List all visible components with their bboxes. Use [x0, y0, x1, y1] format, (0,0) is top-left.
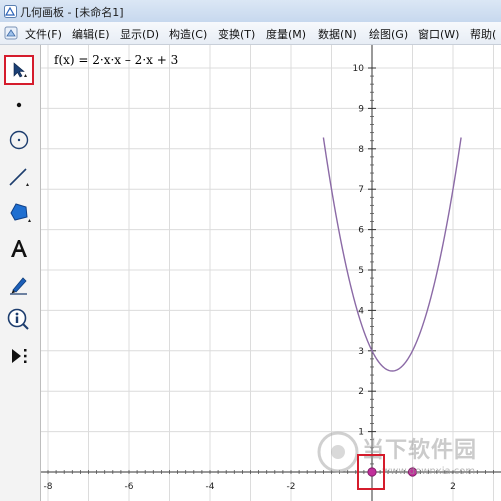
text-a-icon [11, 240, 27, 257]
info-icon [7, 308, 29, 330]
function-label[interactable]: f(x) = 2·x·x – 2·x + 3 [54, 53, 178, 67]
play-menu-icon [12, 349, 27, 363]
point-icon [16, 102, 22, 108]
toolbox [0, 45, 41, 501]
line-segment-icon [9, 168, 29, 186]
menu-window[interactable]: 窗口(W) [418, 26, 459, 42]
menu-edit[interactable]: 编辑(E) [72, 26, 110, 42]
menu-graph[interactable]: 绘图(G) [369, 26, 408, 42]
title-bar: 几何画板 - [未命名1] [0, 0, 501, 22]
menu-measure[interactable]: 度量(M) [266, 26, 306, 42]
pen-icon [10, 277, 27, 295]
menu-transform[interactable]: 变换(T) [218, 26, 255, 42]
arrow-select-tool[interactable] [4, 55, 34, 85]
custom-tool[interactable] [4, 341, 34, 371]
polygon-icon [10, 203, 31, 222]
watermark-logo-icon [317, 431, 359, 473]
straightedge-tool[interactable] [4, 162, 34, 192]
app-window: 几何画板 - [未命名1] 文件(F) 编辑(E) 显示(D) 构造(C) 变换… [0, 0, 501, 501]
arrow-cursor-icon [13, 62, 27, 78]
marker-tool[interactable] [4, 269, 34, 299]
menu-help[interactable]: 帮助( [470, 26, 496, 42]
menu-file[interactable]: 文件(F) [25, 26, 62, 42]
window-title: 几何画板 - [未命名1] [20, 6, 124, 19]
menu-bar: 文件(F) 编辑(E) 显示(D) 构造(C) 变换(T) 度量(M) 数据(N… [0, 22, 501, 45]
information-tool[interactable] [4, 305, 34, 335]
watermark-url: www.downxia.com [382, 466, 476, 477]
point-tool[interactable] [4, 90, 34, 120]
compass-tool[interactable] [4, 125, 34, 155]
menu-data[interactable]: 数据(N) [318, 26, 357, 42]
watermark: 当下软件园 www.downxia.com [316, 428, 486, 486]
text-tool[interactable] [4, 234, 34, 264]
app-icon [4, 5, 17, 18]
document-icon[interactable] [4, 26, 18, 40]
menu-construct[interactable]: 构造(C) [169, 26, 207, 42]
polygon-tool[interactable] [4, 197, 34, 227]
circle-icon [9, 130, 29, 150]
menu-display[interactable]: 显示(D) [120, 26, 159, 42]
highlight-box [357, 454, 385, 490]
